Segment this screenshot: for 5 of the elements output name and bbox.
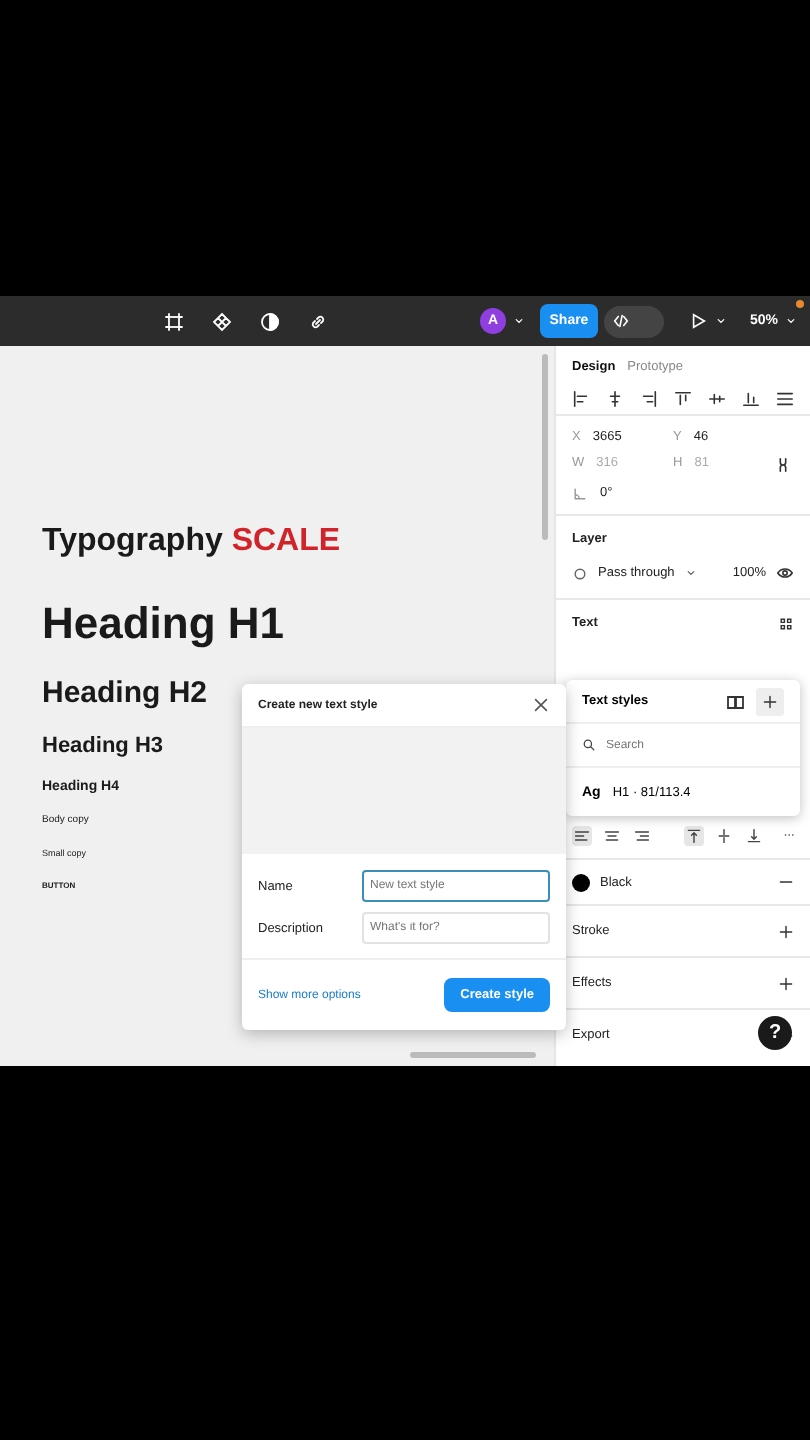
- type-sample: Heading H3: [42, 734, 164, 758]
- canvas-title: Typography SCALE: [42, 524, 343, 560]
- type-sample: Heading H1: [42, 598, 285, 650]
- help-button[interactable]: ?: [758, 1016, 792, 1050]
- type-sample: Heading H2: [42, 676, 208, 710]
